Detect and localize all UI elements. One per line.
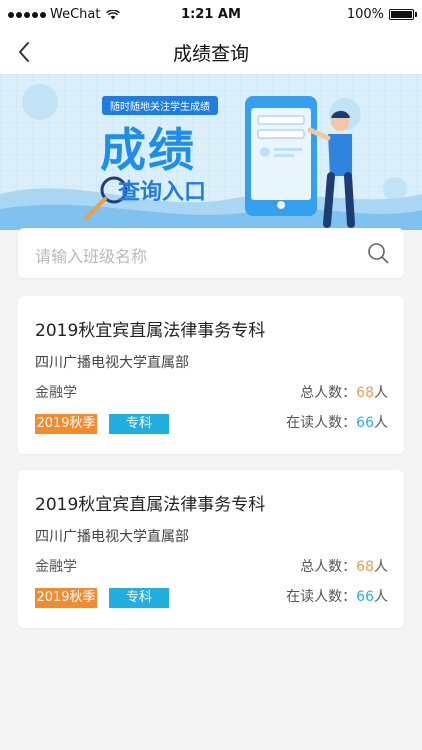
school-name: 四川广播电视大学直属部 bbox=[35, 529, 189, 545]
reading-unit: 人 bbox=[374, 589, 388, 605]
total-value: 68 bbox=[356, 385, 374, 401]
level-tag: 专科 bbox=[109, 588, 169, 608]
reading-label: 在读人数： bbox=[286, 415, 357, 431]
battery-icon bbox=[389, 9, 417, 20]
battery-group: 100% bbox=[346, 7, 417, 22]
reading-value: 66 bbox=[356, 415, 374, 431]
total-count: 总人数：68人 bbox=[300, 382, 388, 402]
total-label: 总人数： bbox=[300, 385, 357, 401]
banner-headline: 成绩 bbox=[100, 123, 196, 177]
nav-bar: 成绩查询 bbox=[0, 30, 422, 74]
season-tag: 2019秋季 bbox=[35, 588, 97, 608]
season-tag: 2019秋季 bbox=[35, 414, 97, 434]
total-count: 总人数：68人 bbox=[300, 556, 388, 576]
battery-percent: 100% bbox=[346, 7, 384, 22]
major-name: 金融学 bbox=[35, 559, 77, 575]
level-tag: 专科 bbox=[109, 414, 169, 434]
reading-value: 66 bbox=[356, 589, 374, 605]
banner: 随时随地关注学生成绩 成绩 查询入口 bbox=[0, 74, 422, 230]
reading-count: 在读人数：66人 bbox=[286, 412, 388, 432]
search-input[interactable]: 请输入班级名称 bbox=[18, 228, 404, 278]
total-unit: 人 bbox=[374, 385, 388, 401]
school-name: 四川广播电视大学直属部 bbox=[35, 355, 189, 371]
class-card[interactable]: 2019秋宜宾直属法律事务专科 四川广播电视大学直属部 金融学 总人数：68人 … bbox=[18, 296, 404, 454]
class-card[interactable]: 2019秋宜宾直属法律事务专科 四川广播电视大学直属部 金融学 总人数：68人 … bbox=[18, 470, 404, 628]
banner-tag: 随时随地关注学生成绩 bbox=[102, 96, 218, 115]
class-title: 2019秋宜宾直属法律事务专科 bbox=[35, 321, 266, 341]
banner-subline: 查询入口 bbox=[118, 180, 207, 205]
class-title: 2019秋宜宾直属法律事务专科 bbox=[35, 495, 266, 515]
search-placeholder: 请输入班级名称 bbox=[35, 247, 148, 266]
total-value: 68 bbox=[356, 559, 374, 575]
reading-count: 在读人数：66人 bbox=[286, 586, 388, 606]
page-title: 成绩查询 bbox=[172, 43, 249, 65]
total-unit: 人 bbox=[374, 559, 388, 575]
status-bar: WeChat 1:21 AM 100% bbox=[0, 0, 422, 30]
total-label: 总人数： bbox=[300, 559, 357, 575]
reading-unit: 人 bbox=[374, 415, 388, 431]
search-icon[interactable] bbox=[366, 241, 390, 265]
major-name: 金融学 bbox=[35, 385, 77, 401]
reading-label: 在读人数： bbox=[286, 589, 357, 605]
